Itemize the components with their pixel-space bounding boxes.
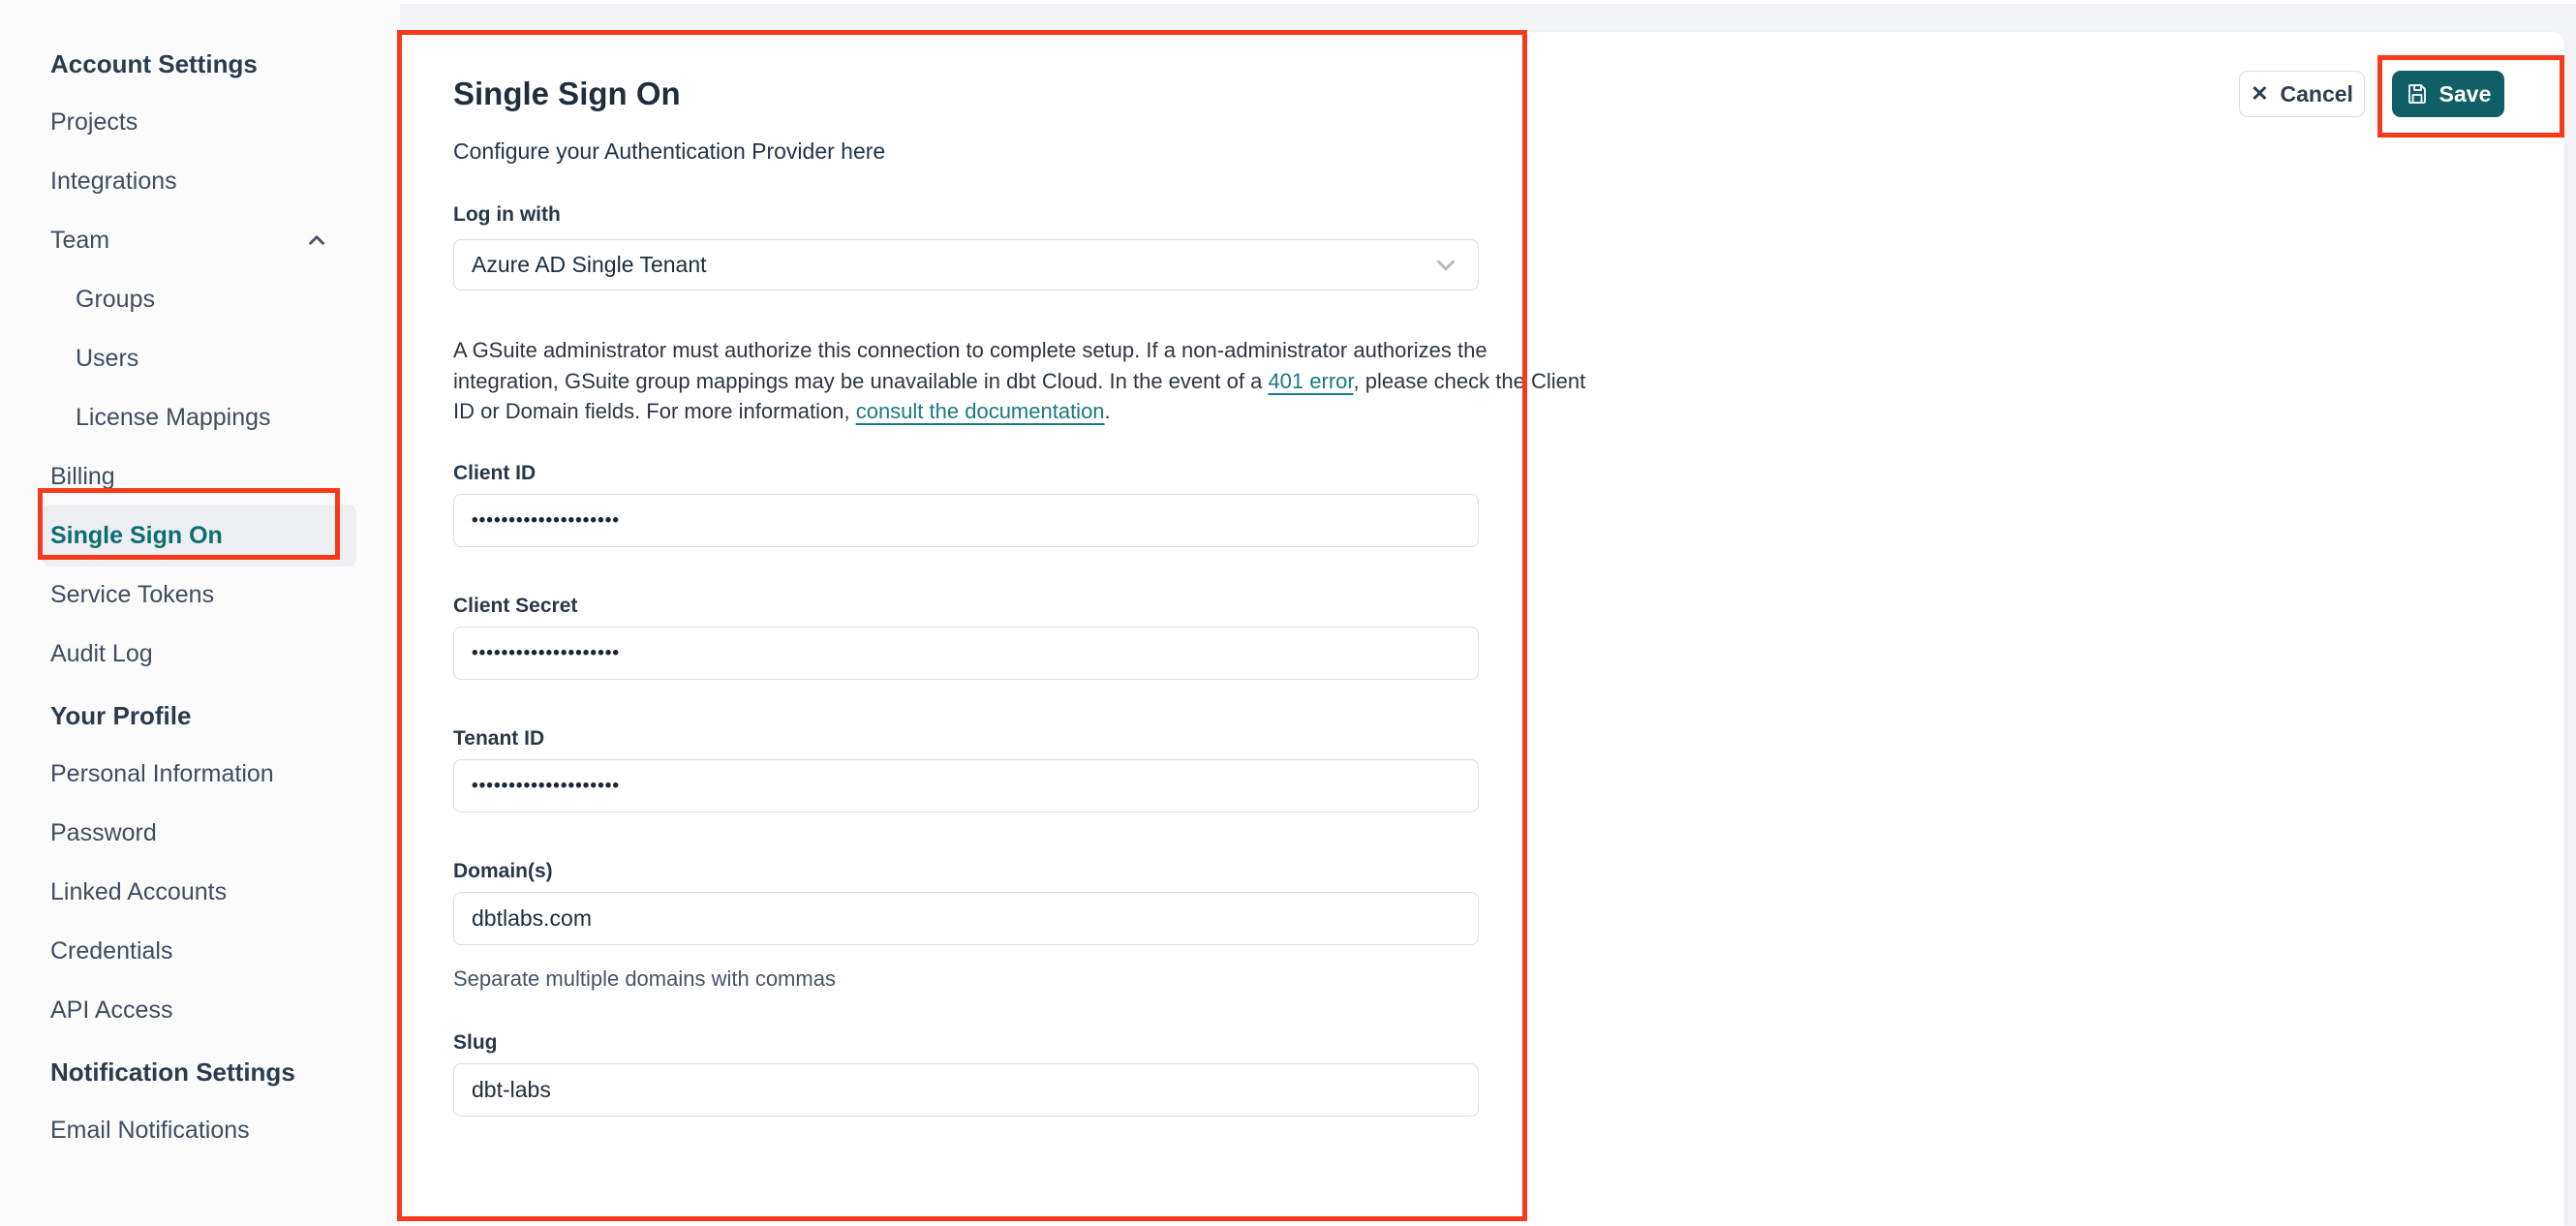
sidebar-item-billing[interactable]: Billing	[50, 462, 341, 491]
slug-field-block: Slug dbt-labs	[453, 1030, 1479, 1117]
sidebar-item-personal-information[interactable]: Personal Information	[50, 759, 341, 788]
sidebar-item-label: Single Sign On	[50, 522, 223, 549]
auth-provider-selected-value: Azure AD Single Tenant	[472, 252, 707, 277]
save-button-label: Save	[2438, 80, 2492, 107]
sidebar-item-email-notifications[interactable]: Email Notifications	[50, 1116, 341, 1145]
sidebar-item-label: Integrations	[50, 168, 177, 195]
sidebar-item-label: API Access	[50, 996, 173, 1024]
close-icon: ✕	[2251, 81, 2269, 106]
client-id-field-block: Client ID ••••••••••••••••••••	[453, 461, 1479, 547]
sidebar-item-audit-log[interactable]: Audit Log	[50, 639, 341, 668]
sidebar-item-users[interactable]: Users	[50, 344, 366, 373]
note-line: integration, GSuite group mappings may b…	[453, 368, 1586, 393]
link-401-error[interactable]: 401 error	[1268, 369, 1353, 393]
sidebar-item-linked-accounts[interactable]: Linked Accounts	[50, 877, 341, 906]
link-consult-the-documentation[interactable]: consult the documentation	[856, 399, 1105, 423]
slug-input[interactable]: dbt-labs	[453, 1063, 1479, 1117]
sidebar-section-notification-settings: Notification Settings	[50, 1057, 295, 1087]
sidebar-item-service-tokens[interactable]: Service Tokens	[50, 580, 341, 609]
tenant-id-label: Tenant ID	[453, 727, 545, 750]
sidebar-item-single-sign-on[interactable]: Single Sign On	[43, 505, 356, 567]
sidebar-item-password[interactable]: Password	[50, 818, 341, 847]
sidebar-item-label: Billing	[50, 463, 115, 490]
page-title: Single Sign On	[453, 76, 681, 111]
sidebar-item-label: Groups	[76, 286, 155, 313]
sidebar-item-label: Credentials	[50, 937, 173, 965]
sidebar-item-api-access[interactable]: API Access	[50, 996, 341, 1025]
slug-label: Slug	[453, 1031, 498, 1054]
sidebar-item-label: License Mappings	[76, 404, 271, 431]
sidebar-item-integrations[interactable]: Integrations	[50, 167, 341, 196]
sidebar-item-label: Team	[50, 227, 110, 254]
client-id-input[interactable]: ••••••••••••••••••••	[453, 494, 1479, 547]
sidebar-item-groups[interactable]: Groups	[50, 285, 366, 314]
note-line: ID or Domain fields. For more informatio…	[453, 399, 1111, 423]
settings-sidebar: Account Settings Projects Integrations Team…	[0, 0, 400, 1226]
cancel-button[interactable]: ✕ Cancel	[2239, 71, 2365, 117]
sso-settings-card: Single Sign On Configure your Authentica…	[400, 32, 2564, 1226]
page-subtitle: Configure your Authentication Provider h…	[453, 138, 886, 164]
client-secret-input[interactable]: ••••••••••••••••••••	[453, 627, 1479, 680]
chevron-down-icon	[1437, 260, 1455, 270]
chevron-up-icon[interactable]	[304, 228, 329, 253]
save-button[interactable]: Save	[2392, 71, 2504, 117]
sso-fields: Client ID •••••••••••••••••••• Client Secr…	[453, 461, 1479, 1163]
client-id-label: Client ID	[453, 462, 537, 484]
sidebar-item-label: Linked Accounts	[50, 878, 228, 905]
tenant-id-field-block: Tenant ID ••••••••••••••••••••	[453, 726, 1479, 812]
sidebar-item-label: Projects	[50, 108, 138, 136]
save-disk-icon	[2407, 84, 2426, 104]
tenant-id-input[interactable]: ••••••••••••••••••••	[453, 759, 1479, 812]
log-in-with-label: Log in with	[453, 203, 561, 226]
note-line: A GSuite administrator must authorize th…	[453, 338, 1487, 362]
domain-s-input[interactable]: dbtlabs.com	[453, 892, 1479, 945]
sidebar-item-license-mappings[interactable]: License Mappings	[50, 403, 366, 432]
sidebar-item-team[interactable]: Team	[50, 226, 341, 255]
sidebar-section-your-profile: Your Profile	[50, 701, 192, 730]
domain-s-label: Domain(s)	[453, 860, 553, 882]
domain-s-field-block: Domain(s) dbtlabs.com Separate multiple do…	[453, 859, 1479, 992]
sidebar-item-projects[interactable]: Projects	[50, 107, 341, 137]
account-settings-page: Account Settings Projects Integrations Team…	[0, 0, 2576, 1226]
sidebar-item-label: Audit Log	[50, 640, 153, 667]
sidebar-item-label: Email Notifications	[50, 1117, 250, 1144]
client-secret-field-block: Client Secret ••••••••••••••••••••	[453, 594, 1479, 680]
sidebar-item-label: Password	[50, 819, 157, 846]
domain-s-helper-text: Separate multiple domains with commas	[453, 966, 836, 991]
sidebar-item-label: Personal Information	[50, 760, 274, 787]
sidebar-section-account-settings: Account Settings	[50, 49, 258, 78]
sidebar-item-label: Users	[76, 345, 139, 372]
sidebar-item-credentials[interactable]: Credentials	[50, 936, 341, 965]
sidebar-item-label: Service Tokens	[50, 581, 215, 608]
cancel-button-label: Cancel	[2280, 80, 2353, 107]
auth-provider-select[interactable]: Azure AD Single Tenant	[453, 239, 1479, 291]
gsuite-admin-note: A GSuite administrator must authorize th…	[453, 335, 1586, 427]
client-secret-label: Client Secret	[453, 595, 578, 617]
